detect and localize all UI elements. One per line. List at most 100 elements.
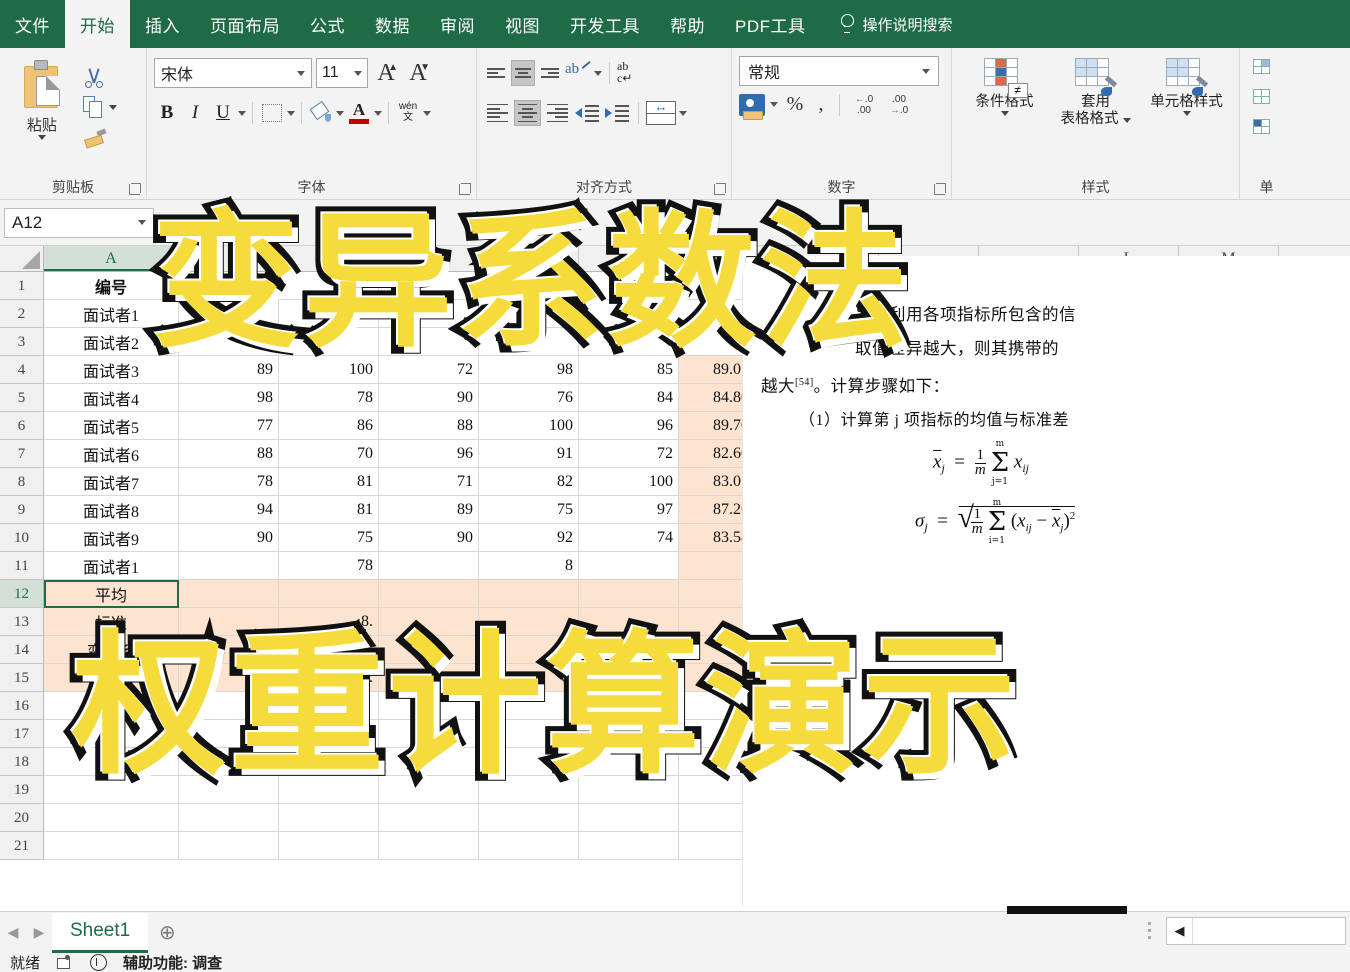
ribbon-tab-pdf-tools[interactable]: PDF工具	[720, 0, 821, 48]
cell[interactable]	[479, 720, 579, 748]
cell[interactable]	[279, 300, 379, 328]
cell[interactable]	[479, 580, 579, 608]
merge-and-center-button[interactable]	[646, 101, 676, 125]
cell[interactable]	[179, 580, 279, 608]
next-sheet-button[interactable]: ▶	[26, 924, 52, 941]
cell[interactable]: 0.	[479, 664, 579, 692]
cell[interactable]: 88	[379, 412, 479, 440]
cell[interactable]	[179, 720, 279, 748]
cell[interactable]: 84	[579, 384, 679, 412]
cell[interactable]	[279, 692, 379, 720]
cell[interactable]	[379, 608, 479, 636]
ribbon-tab-page-layout[interactable]: 页面布局	[195, 0, 295, 48]
italic-button[interactable]: I	[182, 99, 208, 127]
row-header-14[interactable]: 14	[0, 636, 44, 664]
row-header-20[interactable]: 20	[0, 804, 44, 832]
cell[interactable]: 面试者1	[44, 552, 179, 580]
cell[interactable]	[279, 776, 379, 804]
row-header-21[interactable]: 21	[0, 832, 44, 860]
alignment-dialog-launcher-icon[interactable]	[714, 184, 725, 195]
decrease-indent-button[interactable]	[574, 101, 601, 125]
cell[interactable]	[579, 748, 679, 776]
font-color-button[interactable]: A	[346, 99, 372, 127]
ribbon-tab-home[interactable]: 开始	[65, 0, 130, 48]
cell[interactable]	[44, 692, 179, 720]
cell[interactable]: 0.	[279, 664, 379, 692]
column-header-col-3[interactable]	[379, 246, 479, 271]
prev-sheet-button[interactable]: ◀	[0, 924, 26, 941]
paste-chevron-down-icon[interactable]	[37, 135, 46, 140]
cell[interactable]: 89	[379, 496, 479, 524]
increase-font-size-button[interactable]: A ▲	[372, 60, 400, 87]
orientation-button[interactable]: ab	[565, 61, 591, 85]
cell[interactable]	[379, 720, 479, 748]
font-color-chevron-down-icon[interactable]	[374, 110, 382, 116]
cell[interactable]	[179, 608, 279, 636]
format-as-table-chevron-down-icon[interactable]	[1122, 118, 1131, 123]
merge-chevron-down-icon[interactable]	[679, 110, 687, 116]
cell[interactable]: 76	[479, 384, 579, 412]
cell[interactable]: 面试者2	[44, 328, 179, 356]
cell[interactable]: 78	[279, 552, 379, 580]
cell[interactable]	[479, 832, 579, 860]
cell[interactable]	[179, 692, 279, 720]
cell[interactable]	[479, 636, 579, 664]
cell[interactable]: 面试者6	[44, 440, 179, 468]
cell[interactable]: 70	[279, 440, 379, 468]
cell[interactable]: 71	[379, 468, 479, 496]
cell[interactable]	[279, 580, 379, 608]
cell[interactable]: 90	[379, 524, 479, 552]
font-name-combobox[interactable]: 宋体	[154, 58, 312, 88]
cell[interactable]	[379, 776, 479, 804]
cell[interactable]: 85	[579, 356, 679, 384]
cell[interactable]: 74	[579, 524, 679, 552]
cell[interactable]: 88	[179, 440, 279, 468]
cell[interactable]: 77	[179, 412, 279, 440]
cell[interactable]	[579, 608, 679, 636]
column-header-A[interactable]: A	[44, 246, 179, 271]
cell[interactable]: 100	[579, 468, 679, 496]
cell[interactable]	[279, 748, 379, 776]
cell[interactable]	[379, 272, 479, 300]
phonetic-guide-button[interactable]: wén 文	[395, 99, 421, 127]
number-dialog-launcher-icon[interactable]	[934, 184, 945, 195]
cell[interactable]: 100	[279, 356, 379, 384]
row-header-1[interactable]: 1	[0, 272, 44, 300]
number-format-combobox[interactable]: 常规	[739, 56, 939, 86]
cell[interactable]: 86	[279, 412, 379, 440]
conditional-formatting-chevron-down-icon[interactable]	[1000, 111, 1009, 116]
cell[interactable]: 96	[379, 440, 479, 468]
cell[interactable]	[379, 580, 479, 608]
cell[interactable]	[579, 328, 679, 356]
cell[interactable]	[479, 272, 579, 300]
cell[interactable]	[479, 776, 579, 804]
wrap-text-button[interactable]: ab c↵	[617, 60, 645, 86]
copy-button[interactable]	[77, 92, 139, 122]
fill-color-button[interactable]	[308, 99, 334, 127]
align-middle-button[interactable]	[511, 60, 535, 86]
column-header-col-5[interactable]	[579, 246, 679, 271]
cell[interactable]: 94	[179, 496, 279, 524]
cell[interactable]: 90	[179, 524, 279, 552]
row-header-10[interactable]: 10	[0, 524, 44, 552]
column-header-col-4[interactable]	[479, 246, 579, 271]
cell[interactable]	[179, 552, 279, 580]
workbook-statistics-icon[interactable]	[56, 955, 74, 970]
cell[interactable]: 91	[479, 440, 579, 468]
cell[interactable]	[44, 832, 179, 860]
align-top-button[interactable]	[484, 60, 508, 86]
row-header-12[interactable]: 12	[0, 580, 44, 608]
cell[interactable]	[379, 664, 479, 692]
cell[interactable]	[579, 776, 679, 804]
cell[interactable]	[44, 720, 179, 748]
decrease-decimal-button[interactable]: .00 →.0	[884, 94, 914, 116]
cell[interactable]	[579, 580, 679, 608]
font-size-combobox[interactable]: 11	[316, 58, 368, 88]
cell[interactable]: 98	[479, 356, 579, 384]
row-header-9[interactable]: 9	[0, 496, 44, 524]
cell[interactable]	[279, 832, 379, 860]
cell[interactable]	[579, 664, 679, 692]
sheet-tab-sheet1[interactable]: Sheet1	[52, 912, 149, 953]
cell[interactable]: 97	[579, 496, 679, 524]
ribbon-tab-data[interactable]: 数据	[360, 0, 425, 48]
